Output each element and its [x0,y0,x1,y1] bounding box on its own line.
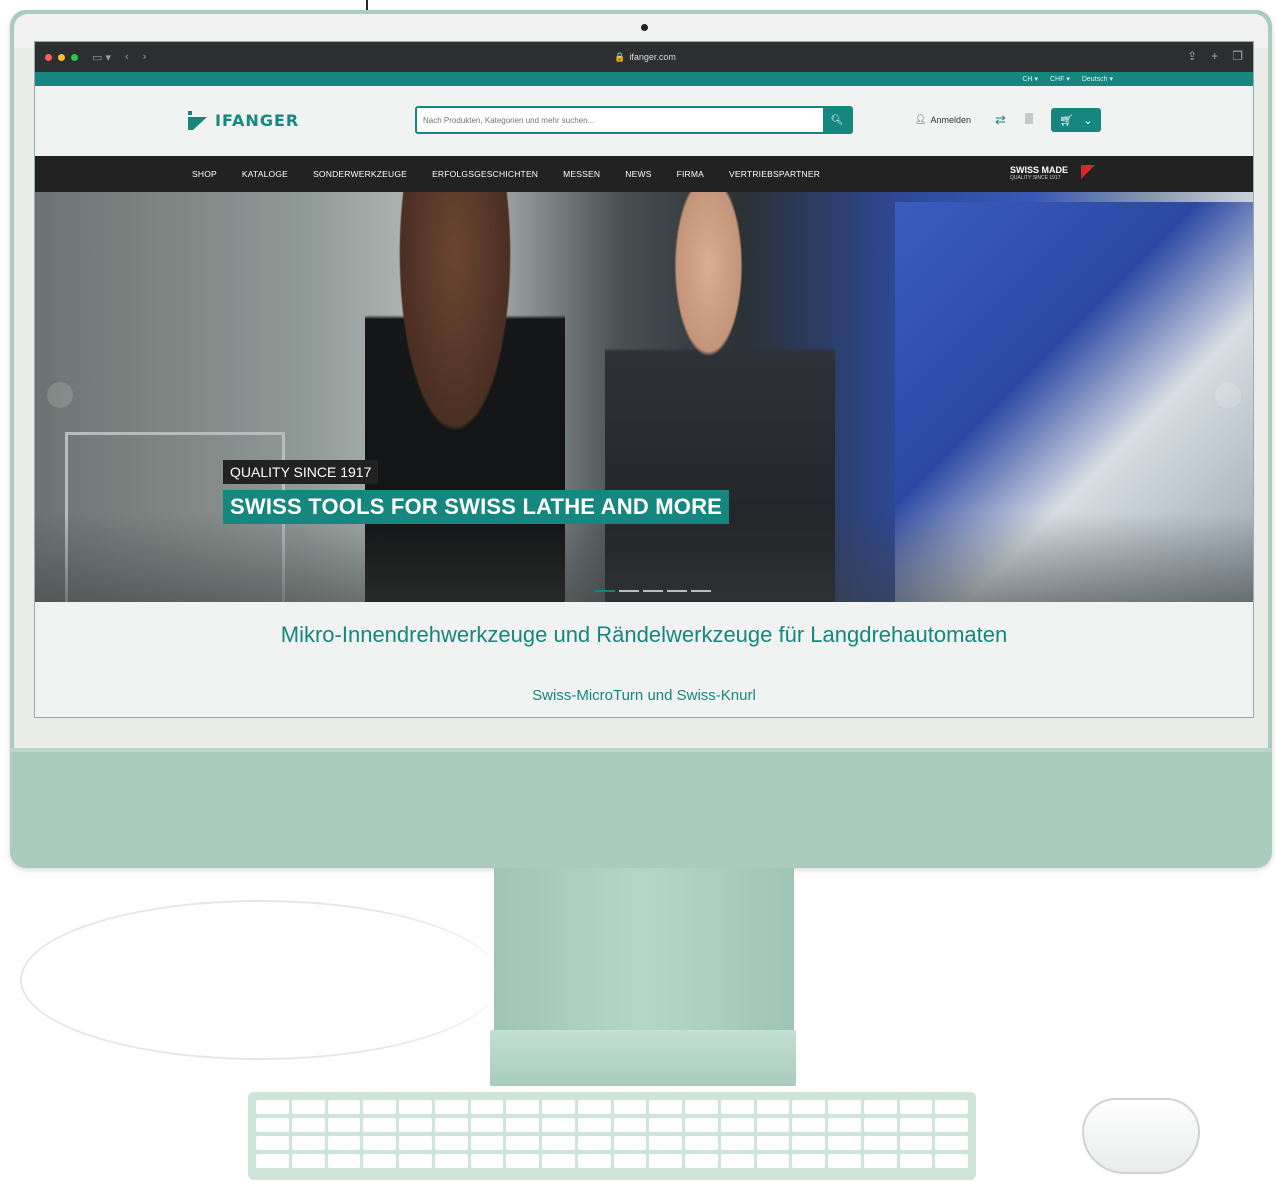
screen: ▭ ▾ ‹ › 🔒 ifanger.com ⇪ + ❐ CH ▾ CHF ▾ D… [34,41,1254,718]
slider-dot[interactable] [691,590,711,592]
compare-icon[interactable]: ⇄ [995,112,1006,128]
user-icon: 👤︎ [915,114,927,124]
imac-stand [494,868,794,1038]
keyboard-row [256,1100,968,1114]
slider-dot[interactable] [643,590,663,592]
new-tab-icon[interactable]: + [1211,49,1218,63]
chevron-down-icon: ⌄ [1083,114,1093,127]
swiss-made-sub: QUALITY SINCE 1917 [1010,175,1061,181]
page-heading: Mikro-Innendrehwerkzeuge und Rändelwerkz… [280,622,1008,647]
keyboard-row [256,1136,968,1150]
share-icon[interactable]: ⇪ [1187,49,1197,63]
search-input[interactable] [423,108,823,132]
language-select[interactable]: Deutsch ▾ [1082,75,1113,83]
window-controls [45,53,78,61]
login-label: Anmelden [930,114,971,125]
site-header: IFANGER 🔍︎ 👤︎ Anmelden ⇄ 🛒︎ ⌄ [35,86,1253,156]
chin-edge [10,748,1272,752]
address-bar[interactable]: 🔒 ifanger.com [395,48,895,66]
bookmark-icon[interactable] [1025,113,1033,124]
cart-button[interactable]: 🛒︎ ⌄ [1051,108,1101,132]
search-icon: 🔍︎ [830,114,844,126]
logo-text: IFANGER [215,110,300,130]
hero-slider[interactable]: QUALITY SINCE 1917 SWISS TOOLS FOR SWISS… [35,192,1253,602]
zoom-window-button[interactable] [71,53,78,61]
url-text: ifanger.com [629,52,676,62]
swiss-flag-icon [1081,165,1095,179]
slider-dot[interactable] [619,590,639,592]
search-button[interactable]: 🔍︎ [823,108,851,132]
tab-overview-icon[interactable]: ❐ [1232,49,1243,63]
forward-icon[interactable]: › [143,51,147,63]
magic-mouse [1082,1098,1200,1174]
keyboard [248,1092,976,1180]
logo-icon [188,111,207,130]
page-subheading: Swiss-MicroTurn und Swiss-Knurl [532,687,756,704]
site-logo[interactable]: IFANGER [185,108,299,132]
locale-bar: CH ▾ CHF ▾ Deutsch ▾ [35,72,1253,86]
power-cable [20,900,500,1060]
sidebar-toggle-icon[interactable]: ▭ ▾ [92,51,111,64]
camera-icon [641,24,648,31]
nav-item-kataloge[interactable]: KATALOGE [242,169,288,179]
keyboard-row [256,1118,968,1132]
minimize-window-button[interactable] [58,53,65,61]
nav-item-erfolgsgeschichten[interactable]: ERFOLGSGESCHICHTEN [432,169,538,179]
search-box: 🔍︎ [415,106,853,134]
slider-dot[interactable] [667,590,687,592]
nav-item-firma[interactable]: FIRMA [677,169,704,179]
swiss-made-badge: SWISS MADE QUALITY SINCE 1917 [1010,166,1068,182]
currency-select[interactable]: CHF ▾ [1050,75,1070,83]
stage: ▭ ▾ ‹ › 🔒 ifanger.com ⇪ + ❐ CH ▾ CHF ▾ D… [0,0,1276,1182]
nav-item-news[interactable]: NEWS [625,169,651,179]
slider-next-button[interactable] [1215,382,1241,408]
nav-items: SHOP KATALOGE SONDERWERKZEUGE ERFOLGSGES… [192,169,820,179]
keyboard-row [256,1154,968,1168]
imac-stand-foot [490,1030,796,1086]
toolbar-right: ⇪ + ❐ [1187,49,1243,63]
slider-prev-button[interactable] [47,382,73,408]
login-link[interactable]: 👤︎ Anmelden [915,114,971,125]
main-nav: SHOP KATALOGE SONDERWERKZEUGE ERFOLGSGES… [35,156,1253,192]
back-icon[interactable]: ‹ [125,51,129,63]
slider-dots [595,590,711,592]
close-window-button[interactable] [45,53,52,61]
nav-item-messen[interactable]: MESSEN [563,169,600,179]
lock-icon: 🔒 [614,51,626,62]
browser-toolbar: ▭ ▾ ‹ › 🔒 ifanger.com ⇪ + ❐ [35,42,1253,72]
hero-caption-top: QUALITY SINCE 1917 [223,460,379,484]
country-select[interactable]: CH ▾ [1022,75,1038,83]
cart-icon: 🛒︎ [1059,114,1074,127]
hero-caption-main: SWISS TOOLS FOR SWISS LATHE AND MORE [223,490,730,524]
slider-dot[interactable] [595,590,615,592]
nav-item-vertriebspartner[interactable]: VERTRIEBSPARTNER [729,169,820,179]
hero-image-floor [35,512,1253,602]
nav-item-shop[interactable]: SHOP [192,169,217,179]
nav-item-sonderwerkzeuge[interactable]: SONDERWERKZEUGE [313,169,407,179]
